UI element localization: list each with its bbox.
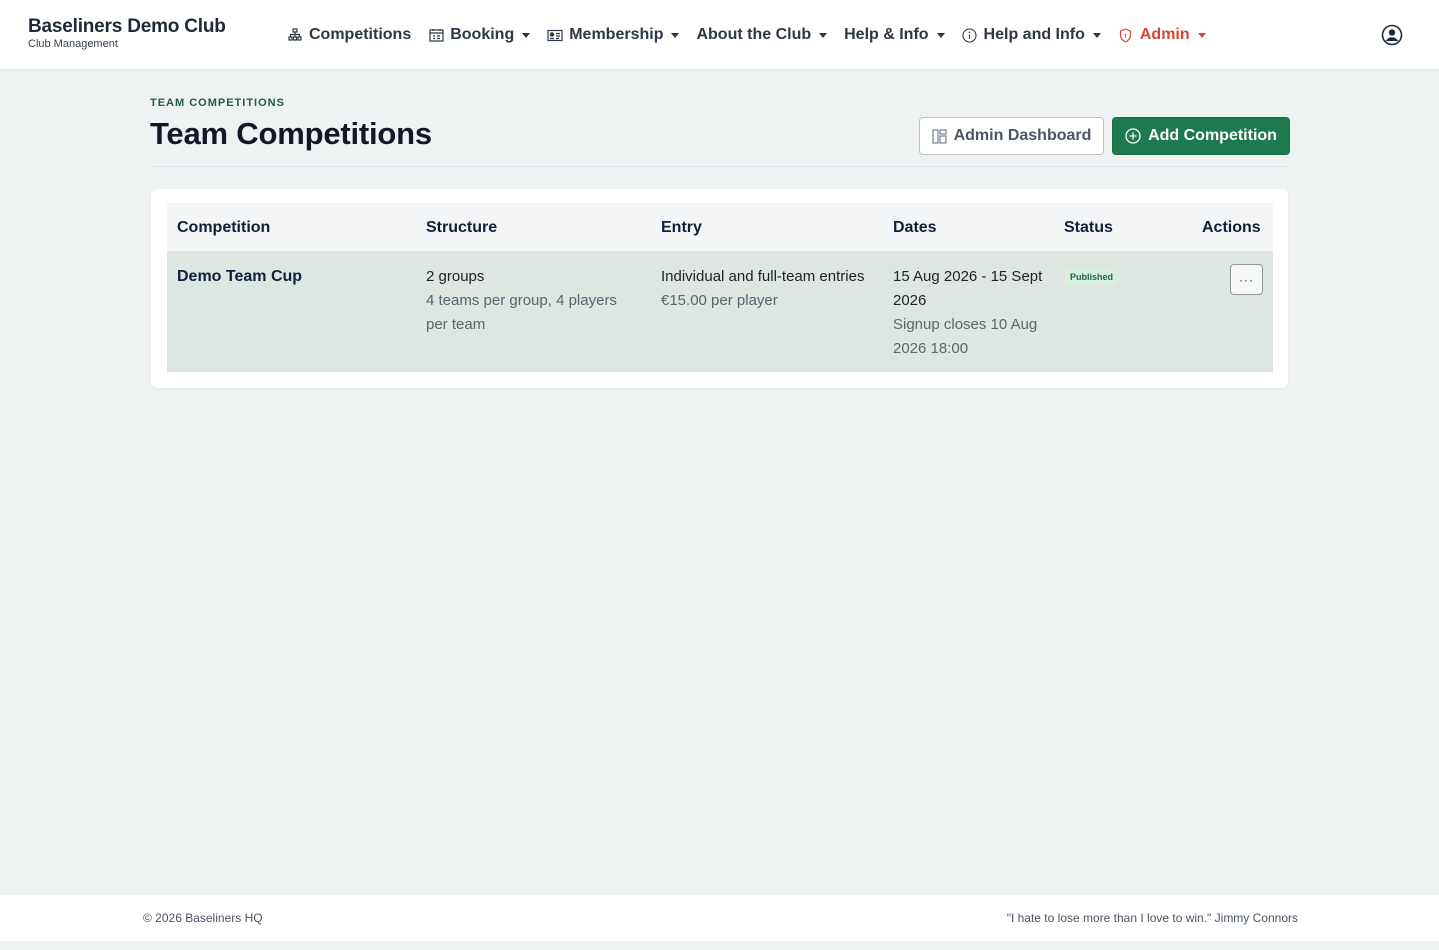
nav-label: Admin (1139, 26, 1190, 43)
chevron-down-icon (1092, 32, 1101, 38)
cell-competition: Demo Team Cup (177, 265, 407, 289)
nav-label: Competitions (309, 26, 412, 43)
add-competition-label: Add Competition (1148, 127, 1277, 144)
nav-item-help-and-info[interactable]: Help and Info (962, 26, 1101, 44)
signup-deadline: Signup closes 10 Aug 2026 18:00 (893, 316, 1038, 357)
chevron-down-icon (819, 32, 828, 38)
plus-circle-icon (1125, 128, 1141, 144)
admin-dashboard-button[interactable]: Admin Dashboard (919, 117, 1104, 155)
user-account-icon[interactable] (1381, 24, 1403, 46)
bracket-icon (287, 27, 303, 43)
entry-type: Individual and full-team entries (661, 268, 865, 285)
nav-item-admin[interactable]: Admin (1118, 26, 1206, 44)
dashboard-icon (932, 128, 947, 144)
main-nav: Competitions Booking Membership About th… (287, 24, 1223, 46)
entry-fee: €15.00 per player (661, 292, 778, 309)
footer-quote: "I hate to lose more than I love to win.… (1006, 911, 1298, 925)
date-range: 15 Aug 2026 - 15 Sept 2026 (893, 268, 1043, 309)
column-header-actions: Actions (1202, 219, 1261, 236)
nav-label: Membership (569, 26, 664, 43)
brand-name[interactable]: Baseliners Demo Club (28, 16, 226, 38)
nav-label: Help & Info (844, 26, 929, 43)
status-badge: Published (1065, 270, 1119, 285)
nav-item-competitions[interactable]: Competitions (287, 26, 411, 44)
top-navbar: Baseliners Demo Club Club Management Com… (0, 0, 1439, 69)
info-icon (962, 27, 978, 43)
nav-item-membership[interactable]: Membership (547, 26, 680, 44)
admin-dashboard-label: Admin Dashboard (953, 127, 1092, 144)
table-header: Competition Structure Entry Dates Status… (167, 203, 1273, 251)
footer: © 2026 Baseliners HQ "I hate to lose mor… (0, 895, 1439, 941)
brand[interactable]: Baseliners Demo Club Club Management (28, 16, 226, 50)
structure-details: 4 teams per group, 4 players per team (426, 292, 617, 333)
row-actions-button[interactable]: ··· (1230, 264, 1263, 295)
page-eyebrow: TEAM COMPETITIONS (150, 97, 285, 109)
column-header-entry: Entry (661, 219, 702, 236)
page-title: Team Competitions (150, 116, 432, 151)
table-row[interactable]: Demo Team Cup 2 groups 4 teams per group… (167, 251, 1273, 372)
cell-entry: Individual and full-team entries €15.00 … (661, 265, 866, 313)
chevron-down-icon (522, 32, 531, 38)
nav-label: Help and Info (983, 26, 1085, 43)
cell-dates: 15 Aug 2026 - 15 Sept 2026 Signup closes… (893, 265, 1053, 361)
footer-copyright: © 2026 Baseliners HQ (143, 911, 263, 925)
column-header-competition: Competition (177, 219, 271, 236)
chevron-down-icon (1197, 32, 1206, 38)
cell-structure: 2 groups 4 teams per group, 4 players pe… (426, 265, 641, 337)
add-competition-button[interactable]: Add Competition (1112, 117, 1290, 155)
competitions-table-card: Competition Structure Entry Dates Status… (151, 189, 1288, 388)
chevron-down-icon (671, 32, 680, 38)
more-options-icon: ··· (1239, 272, 1254, 287)
shield-icon (1118, 27, 1134, 43)
calendar-icon (428, 27, 444, 43)
competition-name-link[interactable]: Demo Team Cup (177, 268, 302, 285)
nav-item-about[interactable]: About the Club (696, 26, 828, 44)
nav-item-booking[interactable]: Booking (428, 26, 531, 44)
title-divider (150, 166, 1289, 167)
nav-label: Booking (450, 26, 515, 43)
id-card-icon (547, 27, 563, 43)
brand-subtitle: Club Management (28, 38, 118, 50)
nav-item-help[interactable]: Help & Info (844, 26, 945, 44)
chevron-down-icon (936, 32, 945, 38)
structure-groups: 2 groups (426, 268, 485, 285)
nav-label: About the Club (696, 26, 812, 43)
column-header-structure: Structure (426, 219, 498, 236)
column-header-dates: Dates (893, 219, 937, 236)
column-header-status: Status (1064, 219, 1113, 236)
